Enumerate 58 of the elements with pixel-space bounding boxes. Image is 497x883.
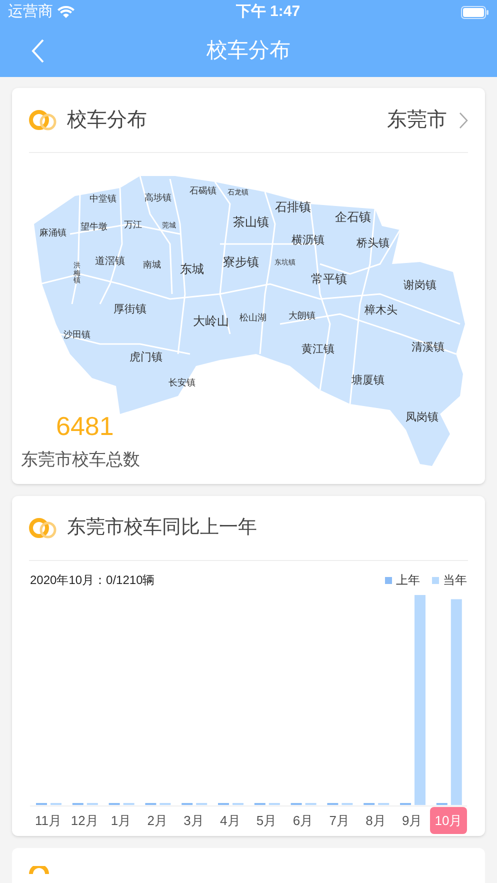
town-label: 长安镇 (168, 378, 196, 388)
town-label: 道滘镇 (95, 257, 125, 267)
month-tab[interactable]: 1月 (102, 807, 140, 834)
status-time: 下午 1:47 (236, 2, 300, 22)
month-tab[interactable]: 8月 (358, 807, 394, 834)
month-tab[interactable]: 9月 (394, 807, 430, 834)
card-title: 东莞市校车同比上一年 (67, 516, 257, 540)
town-label: 茶山镇 (233, 216, 269, 228)
rings-icon (29, 517, 59, 539)
month-tab[interactable]: 4月 (212, 807, 248, 834)
town-label: 虎门镇 (130, 352, 162, 364)
town-label: 石排镇 (275, 201, 311, 213)
town-label: 东城 (180, 263, 204, 275)
town-label: 万江 (124, 220, 142, 230)
total-count: 6481 (56, 410, 115, 442)
city-selector[interactable]: 东莞市 (387, 105, 468, 135)
back-chevron-icon (31, 39, 45, 63)
page-title: 校车分布 (206, 38, 290, 64)
card-title: 校车分布 (67, 108, 148, 133)
town-label: 谢岗镇 (404, 280, 436, 292)
town-label: 中堂镇 (90, 194, 116, 204)
carrier-name: 运营商 (8, 2, 53, 22)
town-label: 望牛墩 (80, 222, 108, 232)
town-label: 樟木头 (364, 306, 398, 316)
legend-label: 当年 (443, 572, 467, 589)
chevron-right-icon (459, 112, 468, 128)
rings-icon (29, 866, 51, 874)
town-label: 寮步镇 (223, 256, 259, 268)
town-label: 企石镇 (335, 211, 371, 223)
month-tab[interactable]: 7月 (321, 807, 358, 834)
month-tab[interactable]: 11月 (30, 807, 66, 834)
town-label: 黄江镇 (302, 344, 334, 356)
town-label: 塘厦镇 (352, 376, 384, 386)
town-label: 横沥镇 (292, 236, 324, 246)
town-label: 桥头镇 (356, 238, 390, 250)
town-label: 凤岗镇 (406, 412, 438, 424)
total-label: 东莞市校车总数 (21, 448, 140, 470)
town-label: 大岭山 (193, 315, 229, 327)
rings-icon (29, 109, 59, 131)
month-tab[interactable]: 3月 (176, 807, 212, 834)
town-label: 厚街镇 (114, 304, 146, 316)
legend-label: 上年 (396, 572, 420, 589)
chart-summary: 2020年10月：0/1210辆 (30, 572, 155, 589)
town-label: 沙田镇 (64, 330, 90, 340)
town-label: 南城 (143, 260, 161, 270)
town-label: 清溪镇 (412, 342, 444, 354)
month-tab[interactable]: 5月 (248, 807, 285, 834)
town-label: 麻涌镇 (40, 228, 66, 238)
month-tab[interactable]: 2月 (139, 807, 176, 834)
town-label: 大朗镇 (288, 312, 316, 320)
town-label: 松山湖 (240, 314, 266, 322)
wifi-icon (57, 6, 75, 19)
town-label: 石碣镇 (190, 186, 216, 196)
town-label: 常平镇 (311, 273, 347, 285)
month-tab[interactable]: 6月 (284, 807, 322, 834)
month-tab[interactable]: 12月 (66, 807, 103, 834)
town-label: 高埗镇 (144, 194, 172, 202)
battery-icon (460, 6, 489, 19)
